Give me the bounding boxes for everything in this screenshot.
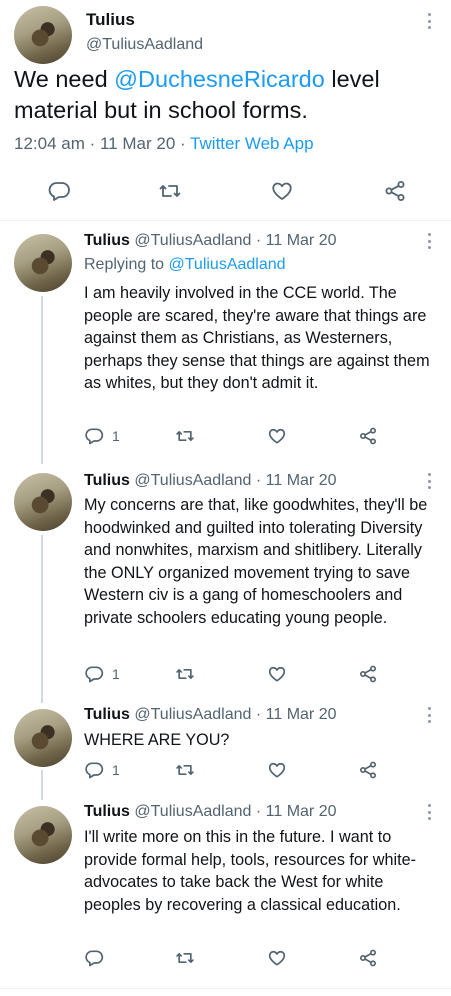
tweet-date[interactable]: · 11 Mar 20 (256, 472, 337, 489)
author-handle[interactable]: @TuliusAadland (134, 232, 251, 249)
like-button[interactable] (267, 664, 287, 684)
avatar[interactable] (14, 806, 72, 864)
reply-count: 1 (112, 428, 120, 444)
retweet-icon (176, 431, 194, 441)
tweet-date[interactable]: · 11 Mar 20 (256, 803, 337, 820)
share-icon (360, 665, 376, 683)
author-name[interactable]: Tulius (84, 803, 130, 820)
author-name[interactable]: Tulius (84, 472, 130, 489)
action-bar (0, 948, 451, 978)
tweet-text: We need @DuchesneRicardo level material … (14, 64, 434, 126)
heart-icon (268, 762, 286, 778)
tweet-meta: 12:04 am · 11 Mar 20 · Twitter Web App (14, 134, 314, 154)
avatar[interactable] (14, 473, 72, 531)
heart-icon (272, 182, 292, 200)
retweet-button[interactable] (175, 664, 195, 684)
tweet-text: I am heavily involved in the CCE world. … (84, 284, 430, 392)
divider (0, 988, 451, 989)
mention-link[interactable]: @DuchesneRicardo (114, 66, 325, 92)
author-handle[interactable]: @TuliusAadland (134, 803, 251, 820)
tweet-text: My concerns are that, like goodwhites, t… (84, 496, 428, 627)
reply-button[interactable]: 1 (84, 664, 120, 684)
reply-icon (85, 666, 104, 683)
tweet-text-part: We need (14, 66, 115, 92)
main-action-bar (0, 179, 451, 209)
reply-count: 1 (112, 666, 120, 682)
reply-header: Tulius @TuliusAadland · 11 Mar 20 (84, 706, 337, 724)
share-button[interactable] (358, 760, 378, 780)
retweet-icon (176, 765, 194, 775)
action-bar: 1 (0, 426, 451, 456)
reply-header: Tulius @TuliusAadland · 11 Mar 20 (84, 803, 337, 821)
like-button[interactable] (267, 948, 287, 968)
retweet-button[interactable] (175, 948, 195, 968)
tweet-text: I'll write more on this in the future. I… (84, 828, 416, 914)
heart-icon (268, 428, 286, 444)
more-options-icon[interactable] (427, 707, 431, 723)
author-handle[interactable]: @TuliusAadland (134, 472, 251, 489)
action-bar: 1 (0, 760, 451, 790)
tweet-date[interactable]: · 11 Mar 20 (256, 232, 337, 249)
action-bar: 1 (0, 664, 451, 694)
retweet-button[interactable] (158, 179, 182, 203)
share-button[interactable] (383, 179, 407, 203)
more-options-icon[interactable] (427, 13, 431, 29)
like-button[interactable] (270, 179, 294, 203)
reply-header: Tulius @TuliusAadland · 11 Mar 20 (84, 472, 337, 490)
share-icon (360, 761, 376, 779)
share-button[interactable] (358, 664, 378, 684)
author-name[interactable]: Tulius (84, 232, 130, 249)
replying-to: Replying to @TuliusAadland (84, 256, 286, 274)
more-options-icon[interactable] (427, 233, 431, 249)
share-button[interactable] (358, 948, 378, 968)
reply-button[interactable]: 1 (84, 760, 120, 780)
reply-button[interactable] (84, 948, 112, 968)
heart-icon (268, 950, 286, 966)
reply-icon (48, 182, 70, 201)
tweet-source[interactable]: Twitter Web App (190, 134, 313, 153)
reply-button[interactable] (47, 179, 71, 203)
share-icon (385, 181, 405, 201)
reply-count: 1 (112, 762, 120, 778)
heart-icon (268, 666, 286, 682)
author-handle[interactable]: @TuliusAadland (86, 36, 203, 54)
replying-to-handle[interactable]: @TuliusAadland (169, 256, 286, 273)
retweet-icon (159, 185, 181, 197)
reply-icon (85, 950, 104, 967)
avatar[interactable] (14, 234, 72, 292)
like-button[interactable] (267, 426, 287, 446)
reply-button[interactable]: 1 (84, 426, 120, 446)
reply-icon (85, 428, 104, 445)
author-handle[interactable]: @TuliusAadland (134, 706, 251, 723)
tweet-text: WHERE ARE YOU? (84, 731, 230, 749)
retweet-icon (176, 669, 194, 679)
share-icon (360, 427, 376, 445)
more-options-icon[interactable] (427, 804, 431, 820)
like-button[interactable] (267, 760, 287, 780)
author-name[interactable]: Tulius (86, 10, 135, 30)
reply-header: Tulius @TuliusAadland · 11 Mar 20 (84, 232, 337, 250)
share-icon (360, 949, 376, 967)
tweet-timestamp[interactable]: 12:04 am · 11 Mar 20 · (14, 134, 190, 153)
share-button[interactable] (358, 426, 378, 446)
replying-to-label: Replying to (84, 256, 169, 273)
retweet-icon (176, 953, 194, 963)
avatar[interactable] (14, 709, 72, 767)
divider (0, 220, 451, 221)
avatar[interactable] (14, 6, 72, 64)
retweet-button[interactable] (175, 760, 195, 780)
reply-icon (85, 762, 104, 779)
author-name[interactable]: Tulius (84, 706, 130, 723)
more-options-icon[interactable] (427, 473, 431, 489)
retweet-button[interactable] (175, 426, 195, 446)
tweet-date[interactable]: · 11 Mar 20 (256, 706, 337, 723)
